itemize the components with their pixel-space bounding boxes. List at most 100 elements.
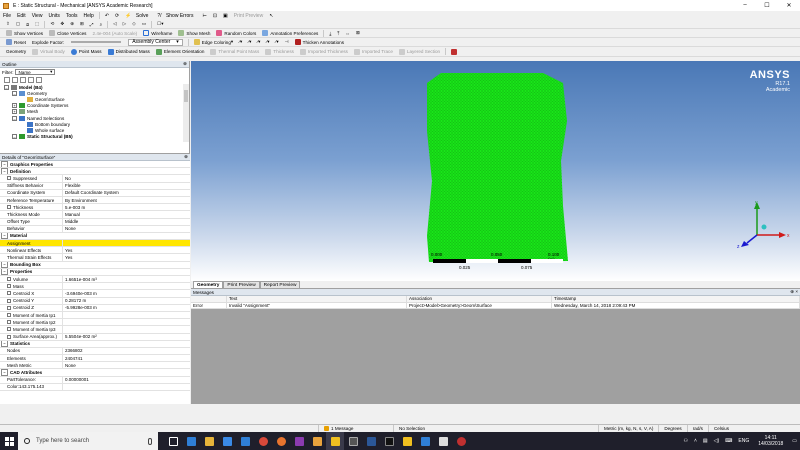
- close-vertices-button[interactable]: Close Vertices: [46, 30, 89, 36]
- show-errors-button[interactable]: ?/ Show Errors: [154, 13, 199, 19]
- details-row-suppressed[interactable]: Suppressed No: [0, 175, 190, 183]
- details-row-elements[interactable]: Elements 2404741: [0, 355, 190, 363]
- details-section-statistics[interactable]: Statistics: [0, 340, 190, 348]
- imported-trace-button[interactable]: Imported Trace: [351, 48, 396, 55]
- expand-icon[interactable]: +: [12, 103, 17, 109]
- terminal-icon[interactable]: [380, 432, 398, 450]
- details-section-material[interactable]: Material: [0, 232, 190, 241]
- details-row-thickness-mode[interactable]: Thickness Mode Manual: [0, 211, 190, 219]
- edge-style-5-icon[interactable]: ⁄▾: [273, 39, 282, 45]
- temperature-unit-status[interactable]: Celsius: [707, 425, 734, 432]
- chrome-icon[interactable]: [254, 432, 272, 450]
- details-row-moment-of-inertia-ip3[interactable]: Moment of Inertia Ip3: [0, 326, 190, 334]
- details-section-cad-attributes[interactable]: CAD Attributes: [0, 369, 190, 377]
- edge-select-icon[interactable]: ⧄: [23, 22, 32, 27]
- details-row-nonlinear-effects[interactable]: Nonlinear Effects Yes: [0, 247, 190, 255]
- details-section-graphics-properties[interactable]: Graphics Properties: [0, 161, 190, 169]
- details-row-centroid-y[interactable]: Centroid Y 0.28172 m: [0, 297, 190, 305]
- ansys-app-icon[interactable]: [398, 432, 416, 450]
- clock[interactable]: 14:11 14/03/2018: [755, 435, 786, 447]
- property-value[interactable]: Manual: [63, 212, 80, 217]
- property-value[interactable]: 2404741: [63, 356, 83, 361]
- property-value[interactable]: By Environment: [63, 198, 97, 203]
- property-value[interactable]: 5.5504e-002 m²: [63, 334, 97, 339]
- parameter-checkbox[interactable]: [7, 327, 11, 332]
- assembly-center-select[interactable]: Assembly Center ▾: [128, 38, 183, 46]
- views-icon[interactable]: ☐▾: [154, 21, 166, 27]
- menu-view[interactable]: View: [29, 13, 46, 19]
- face-select-icon[interactable]: ▢: [13, 21, 23, 27]
- undo-icon[interactable]: ↶: [102, 13, 112, 19]
- microphone-icon[interactable]: [148, 437, 152, 445]
- iso-view-icon[interactable]: ◇: [129, 21, 139, 27]
- volume-icon[interactable]: ◁): [714, 438, 720, 444]
- filter-select[interactable]: Name ▾: [15, 69, 56, 75]
- tab-report-preview[interactable]: Report Preview: [259, 281, 301, 288]
- scroll-thumb[interactable]: [184, 90, 188, 102]
- edge-thickness-icon[interactable]: ⊣: [282, 39, 292, 45]
- imported-thickness-button[interactable]: Imported Thickness: [297, 48, 351, 55]
- refresh-icon[interactable]: ⟳: [112, 13, 122, 19]
- thicken-annotations-button[interactable]: Thicken Annotations: [292, 39, 347, 45]
- details-row-offset-type[interactable]: Offset Type Middle: [0, 218, 190, 226]
- pin-icon[interactable]: ⊕: [183, 61, 187, 67]
- menu-help[interactable]: Help: [81, 13, 97, 19]
- explode-factor-slider[interactable]: [71, 41, 122, 43]
- property-value[interactable]: 0.00000001: [63, 377, 89, 382]
- minimize-button[interactable]: –: [734, 2, 756, 9]
- details-row-moment-of-inertia-ip2[interactable]: Moment of Inertia Ip2: [0, 319, 190, 327]
- previous-view-icon[interactable]: ◁: [110, 21, 120, 27]
- property-value[interactable]: Flexible: [63, 183, 81, 188]
- expand-icon[interactable]: +: [12, 109, 17, 115]
- photos-icon[interactable]: [416, 432, 434, 450]
- edge-style-1-icon[interactable]: ⁄▾: [236, 39, 245, 45]
- settings-icon[interactable]: [452, 432, 470, 450]
- fit-icon[interactable]: ⤢: [87, 22, 97, 27]
- property-value[interactable]: None: [63, 226, 76, 231]
- mesh-body[interactable]: [191, 61, 800, 281]
- distributed-mass-button[interactable]: Distributed Mass: [105, 48, 153, 55]
- vertex-select-icon[interactable]: ⬚: [32, 21, 42, 27]
- details-row-volume[interactable]: Volume 1.6651e-004 m³: [0, 276, 190, 284]
- start-button[interactable]: [0, 432, 18, 450]
- property-value[interactable]: 1.6651e-004 m³: [63, 277, 97, 282]
- camera-icon[interactable]: ▣: [220, 13, 231, 19]
- rotate-icon[interactable]: ⟲: [47, 21, 57, 27]
- menu-edit[interactable]: Edit: [14, 13, 29, 19]
- details-row-centroid-x[interactable]: Centroid X -3.6940e-003 m: [0, 290, 190, 298]
- parameter-checkbox[interactable]: [7, 284, 11, 289]
- messages-status[interactable]: 1 Message: [318, 425, 393, 432]
- column-header-timestamp[interactable]: Timestamp: [552, 296, 800, 302]
- details-row-coordinate-system[interactable]: Coordinate System Default Coordinate Syst…: [0, 189, 190, 197]
- task-view-icon[interactable]: [164, 432, 182, 450]
- collapse-icon[interactable]: –: [12, 115, 17, 121]
- edge-style-2-icon[interactable]: ⁄▾: [245, 39, 254, 45]
- details-row-stiffness-behavior[interactable]: Stiffness Behavior Flexible: [0, 182, 190, 190]
- wireframe-button[interactable]: Wireframe: [140, 30, 175, 36]
- parameter-checkbox[interactable]: [7, 334, 11, 339]
- details-row-behavior[interactable]: Behavior None: [0, 225, 190, 233]
- details-row-mesh-metric[interactable]: Mesh Metric None: [0, 362, 190, 370]
- select-cursor-icon[interactable]: ↖: [266, 13, 276, 19]
- magnifier-icon[interactable]: ⌕: [97, 22, 106, 27]
- network-icon[interactable]: ▤: [703, 438, 708, 444]
- details-row-moment-of-inertia-ip1[interactable]: Moment of Inertia Ip1: [0, 311, 190, 320]
- file-explorer-icon[interactable]: [200, 432, 218, 450]
- unit-system-status[interactable]: Metric (m, kg, N, s, V, A): [598, 425, 658, 432]
- workbench-icon[interactable]: [308, 432, 326, 450]
- edge-coloring-button[interactable]: Edge Coloring ▾: [191, 39, 236, 45]
- notifications-icon[interactable]: ▭: [792, 438, 797, 444]
- chevron-up-icon[interactable]: ˄: [694, 438, 697, 444]
- property-value[interactable]: Yes: [63, 248, 72, 253]
- print-preview-button[interactable]: Print Preview: [231, 13, 266, 19]
- property-value[interactable]: Default Coordinate System: [63, 190, 119, 195]
- details-row-nodes[interactable]: Nodes 2366802: [0, 347, 190, 356]
- zoom-icon[interactable]: ⊕: [67, 21, 77, 27]
- thickness-button[interactable]: Thickness: [262, 48, 297, 55]
- element-orientation-button[interactable]: Element Orientation: [153, 48, 208, 55]
- parameter-checkbox[interactable]: [7, 320, 11, 325]
- mechanical-icon[interactable]: [326, 432, 344, 450]
- collapse-models-icon[interactable]: [28, 77, 34, 83]
- pin-icon[interactable]: ⊕: [184, 154, 188, 160]
- details-row-mass[interactable]: Mass: [0, 283, 190, 291]
